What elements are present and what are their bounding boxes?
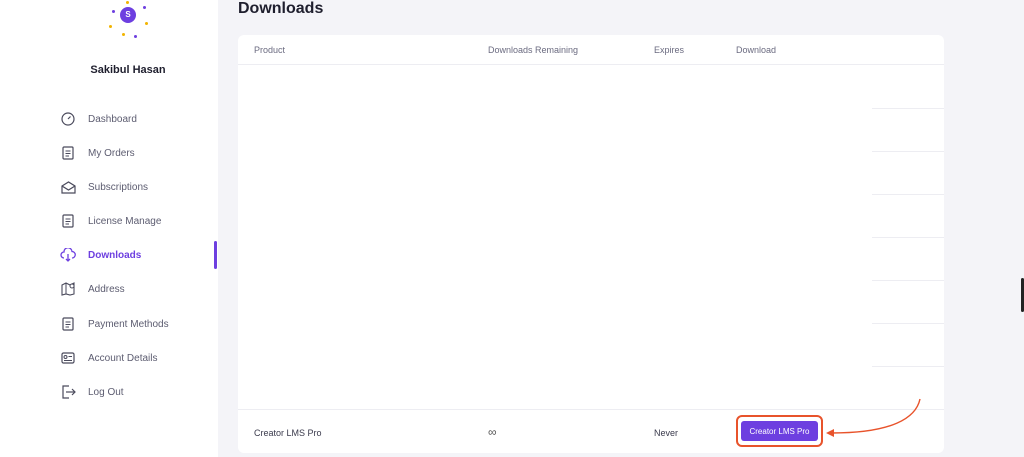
avatar[interactable]: S: [104, 0, 150, 38]
sidebar-item-log-out[interactable]: Log Out: [60, 382, 216, 402]
downloads-table: Product Downloads Remaining Expires Down…: [238, 35, 944, 453]
download-button[interactable]: Creator LMS Pro: [741, 421, 818, 441]
download-button-highlight: Creator LMS Pro: [736, 415, 823, 447]
sidebar-item-payment-methods[interactable]: Payment Methods: [60, 314, 216, 334]
sidebar-item-label: Payment Methods: [88, 318, 169, 330]
sidebar-item-label: Log Out: [88, 386, 124, 398]
sidebar-item-account-details[interactable]: Account Details: [60, 348, 216, 368]
row-divider: [872, 323, 944, 324]
user-name: Sakibul Hasan: [90, 64, 166, 76]
gauge-icon: [60, 111, 76, 127]
id-card-icon: [60, 350, 76, 366]
sidebar-item-address[interactable]: Address: [60, 279, 216, 299]
column-header-downloads-remaining: Downloads Remaining: [488, 45, 579, 55]
column-header-product: Product: [254, 45, 286, 55]
sidebar-item-downloads[interactable]: Downloads: [60, 245, 216, 265]
map-pin-icon: [60, 281, 76, 297]
sidebar-item-label: My Orders: [88, 147, 135, 159]
column-header-expires: Expires: [654, 45, 685, 55]
cell-expires: Never: [654, 428, 679, 438]
sidebar-item-label: Dashboard: [88, 113, 137, 125]
active-indicator: [214, 241, 217, 269]
cell-downloads-remaining: ∞: [488, 425, 497, 439]
row-divider: [872, 237, 944, 238]
annotation-arrow-icon: [826, 398, 921, 437]
column-header-download: Download: [736, 45, 777, 55]
sidebar-item-label: Account Details: [88, 352, 158, 364]
cell-product: Creator LMS Pro: [254, 428, 322, 438]
table-header: Product Downloads Remaining Expires Down…: [238, 35, 944, 65]
document-icon: [60, 145, 76, 161]
document-icon: [60, 316, 76, 332]
sidebar-item-dashboard[interactable]: Dashboard: [60, 109, 216, 129]
avatar-initial: S: [120, 7, 136, 23]
sidebar-item-label: Subscriptions: [88, 181, 149, 193]
row-divider: [872, 108, 944, 109]
sidebar: S Sakibul Hasan Dashboard My Orders Subs…: [0, 0, 218, 457]
row-divider: [872, 280, 944, 281]
row-divider: [872, 194, 944, 195]
sidebar-item-label: Address: [88, 283, 125, 295]
envelope-icon: [60, 179, 76, 195]
page-title: Downloads: [238, 0, 324, 17]
sidebar-item-license-manage[interactable]: License Manage: [60, 211, 216, 231]
row-divider: [872, 366, 944, 367]
row-divider: [872, 151, 944, 152]
cloud-download-icon: [60, 247, 76, 263]
sidebar-item-my-orders[interactable]: My Orders: [60, 143, 216, 163]
logout-icon: [60, 384, 76, 400]
sidebar-item-subscriptions[interactable]: Subscriptions: [60, 177, 216, 197]
document-icon: [60, 213, 76, 229]
sidebar-item-label: License Manage: [88, 215, 162, 227]
sidebar-item-label: Downloads: [88, 249, 142, 261]
